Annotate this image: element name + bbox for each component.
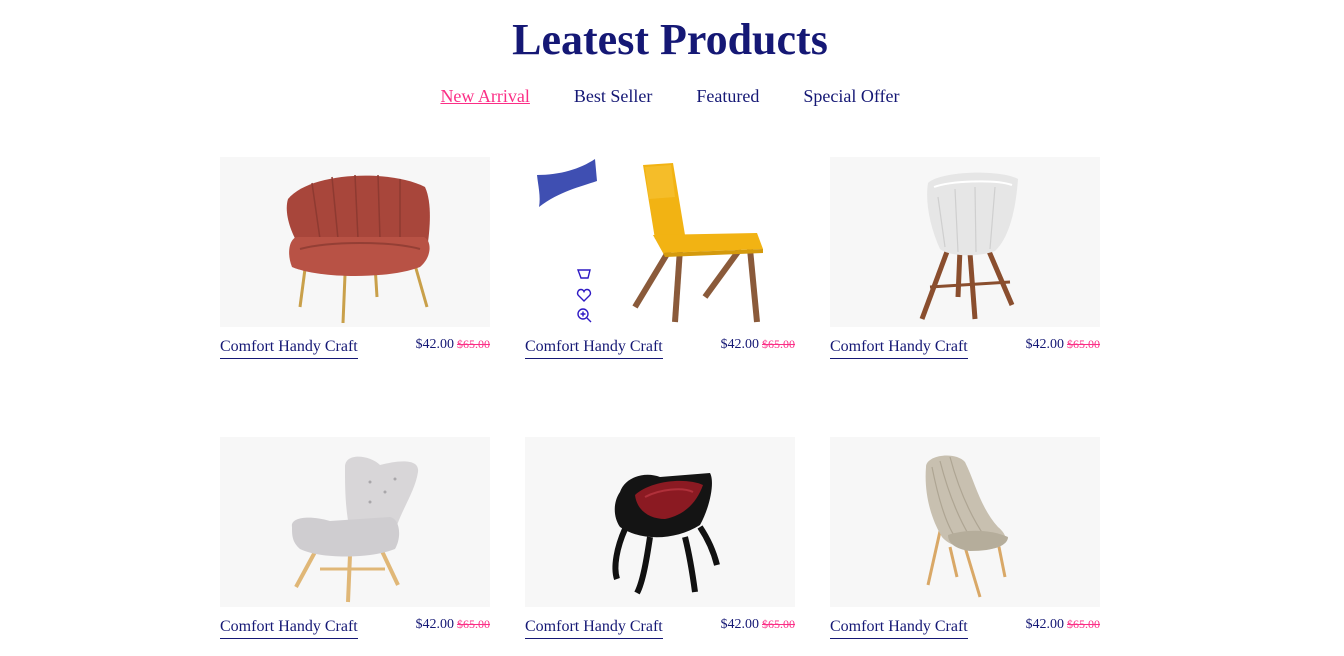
product-price: $42.00 $65.00 [416, 337, 491, 353]
product-image-beige-woven-chair[interactable] [830, 437, 1100, 607]
current-price: $42.00 [415, 617, 455, 632]
current-price: $42.00 [720, 617, 760, 632]
old-price: $65.00 [457, 337, 490, 351]
old-price: $65.00 [762, 337, 795, 351]
product-card[interactable]: Comfort Handy Craft $42.00 $65.00 [220, 437, 490, 647]
product-price: $42.00 $65.00 [1026, 337, 1101, 353]
product-name[interactable]: Comfort Handy Craft [830, 618, 968, 639]
product-card[interactable]: Comfort Handy Craft $42.00 $65.00 [830, 157, 1100, 367]
current-price: $42.00 [415, 337, 455, 352]
heart-icon[interactable] [576, 287, 592, 303]
product-image-yellow-wood-chair[interactable] [525, 157, 795, 327]
current-price: $42.00 [1025, 617, 1065, 632]
product-name[interactable]: Comfort Handy Craft [220, 338, 358, 359]
product-card[interactable]: Comfort Handy Craft $42.00 $65.00 [525, 437, 795, 647]
product-price: $42.00 $65.00 [416, 617, 491, 633]
product-card[interactable]: Comfort Handy Craft $42.00 $65.00 [220, 157, 490, 367]
product-name[interactable]: Comfort Handy Craft [525, 338, 663, 359]
zoom-in-icon[interactable] [576, 307, 592, 323]
product-name[interactable]: Comfort Handy Craft [525, 618, 663, 639]
hover-actions [576, 267, 592, 327]
old-price: $65.00 [457, 617, 490, 631]
section-title: Leatest Products [512, 15, 828, 64]
product-name[interactable]: Comfort Handy Craft [220, 618, 358, 639]
product-image-black-red-sculpted-chair[interactable] [525, 437, 795, 607]
tab-best-seller[interactable]: Best Seller [574, 86, 653, 106]
tab-featured[interactable]: Featured [696, 86, 759, 106]
current-price: $42.00 [1025, 337, 1065, 352]
current-price: $42.00 [720, 337, 760, 352]
tab-new-arrival[interactable]: New Arrival [440, 86, 529, 106]
product-name[interactable]: Comfort Handy Craft [830, 338, 968, 359]
old-price: $65.00 [1067, 617, 1100, 631]
product-price: $42.00 $65.00 [721, 617, 796, 633]
old-price: $65.00 [762, 617, 795, 631]
product-card[interactable]: Comfort Handy Craft $42.00 $65.00 [525, 157, 795, 367]
tab-special-offer[interactable]: Special Offer [803, 86, 899, 106]
product-card[interactable]: Comfort Handy Craft $42.00 $65.00 [830, 437, 1100, 647]
product-tabs: New Arrival Best Seller Featured Special… [0, 86, 1340, 106]
old-price: $65.00 [1067, 337, 1100, 351]
product-image-white-shell-chair[interactable] [830, 157, 1100, 327]
product-price: $42.00 $65.00 [1026, 617, 1101, 633]
cart-icon[interactable] [576, 267, 592, 283]
product-image-grey-wingback-chair[interactable] [220, 437, 490, 607]
product-price: $42.00 $65.00 [721, 337, 796, 353]
product-image-rust-velvet-armchair[interactable] [220, 157, 490, 327]
